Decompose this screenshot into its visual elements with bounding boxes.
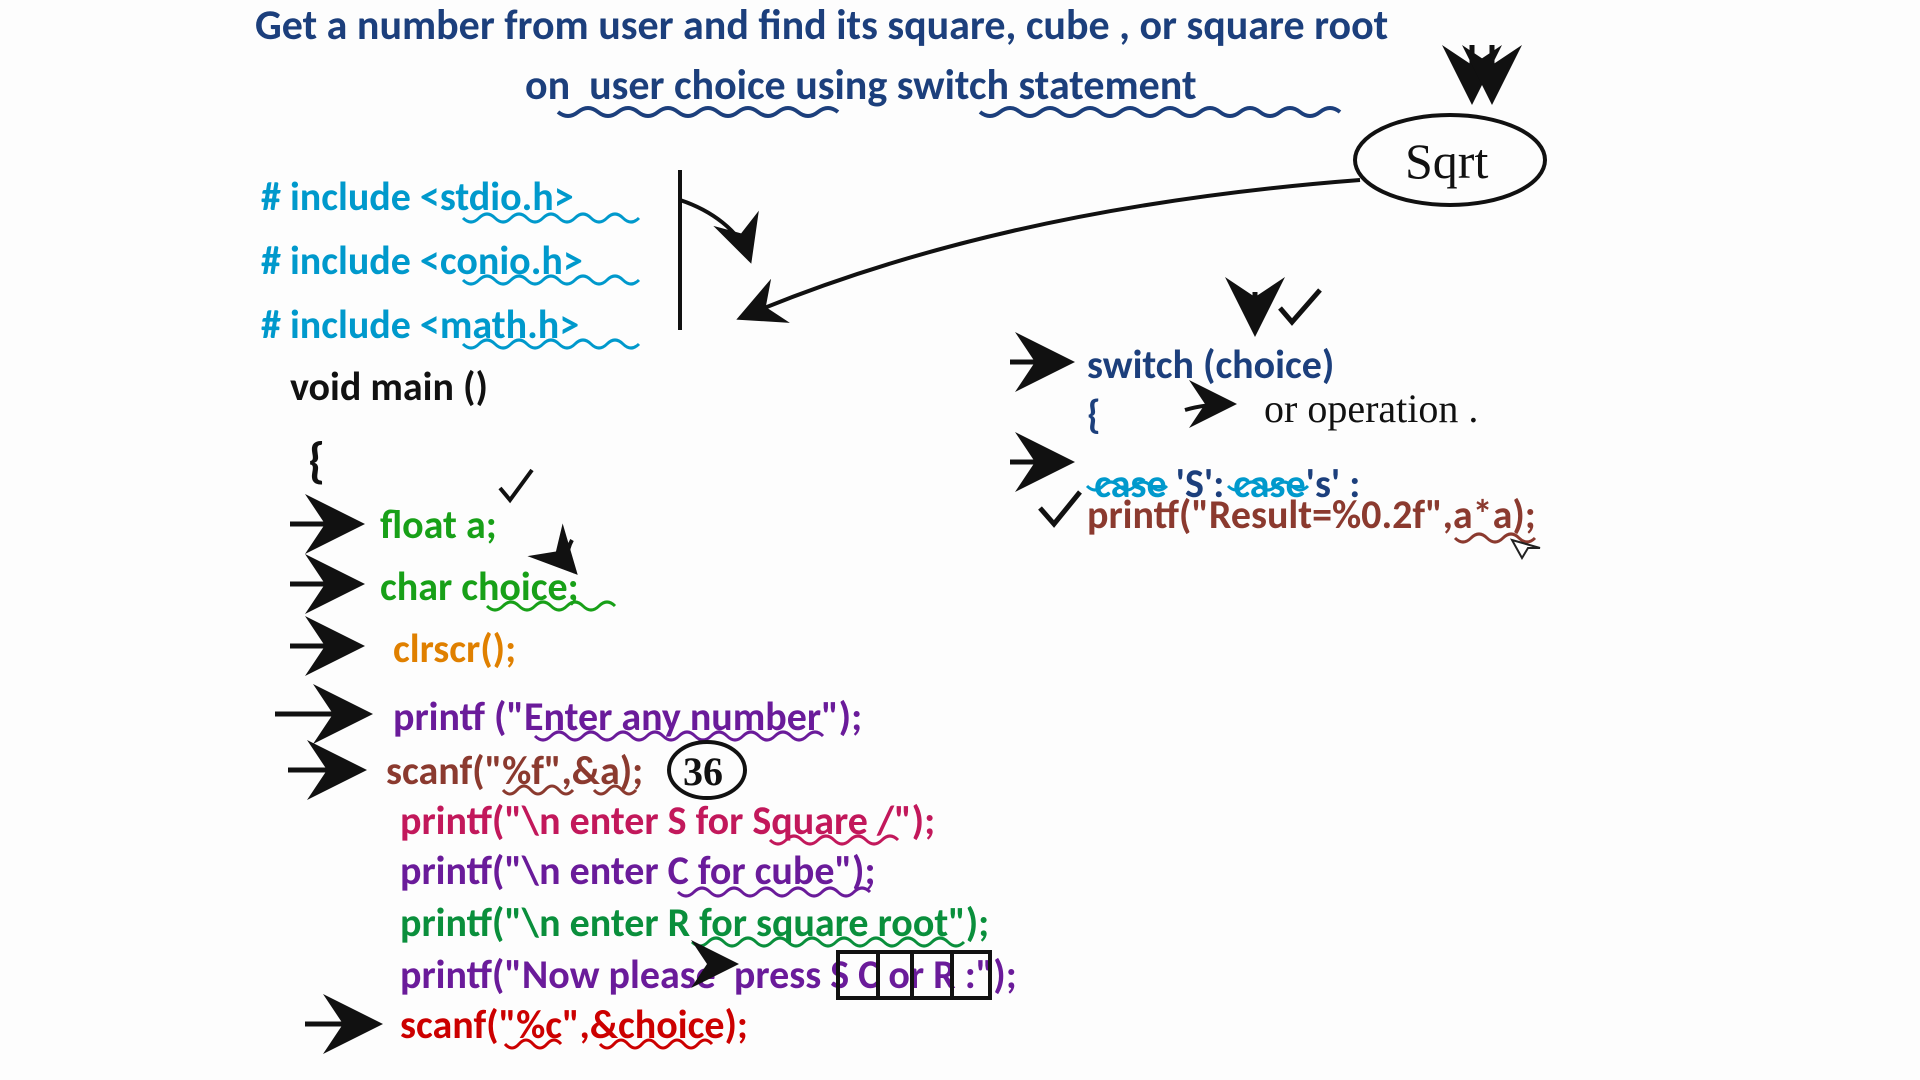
- open-brace-2: {: [1087, 390, 1101, 439]
- printf-result: printf("Result=%0.2f",a*a);: [1087, 490, 1536, 539]
- clrscr: clrscr();: [393, 624, 516, 673]
- scanf-float: scanf("%f",&a);: [386, 746, 643, 795]
- or-operation-note: or operation .: [1264, 385, 1478, 432]
- include-conio: # include <conio.h>: [261, 236, 583, 285]
- switch-choice: switch (choice): [1087, 340, 1334, 389]
- float-a: float a;: [380, 500, 497, 549]
- void-main: void main (): [290, 362, 488, 411]
- char-choice: char choice;: [380, 562, 579, 611]
- printf-s: printf("\n enter S for Square /");: [400, 796, 935, 845]
- example-36: 36: [683, 748, 723, 795]
- scanf-choice: scanf("%c",&choice);: [400, 1000, 748, 1049]
- title-line-1: Get a number from user and find its squa…: [255, 0, 1388, 51]
- printf-now: printf("Now please press S C or R :");: [400, 950, 1017, 999]
- printf-enter-number: printf ("Enter any number");: [393, 692, 862, 741]
- printf-c: printf("\n enter C for cube");: [400, 846, 876, 895]
- include-math: # include <math.h>: [261, 300, 579, 349]
- include-stdio: # include <stdio.h>: [261, 172, 574, 221]
- open-brace: {: [308, 430, 325, 491]
- sqrt-annotation: Sqrt: [1405, 132, 1488, 190]
- printf-r: printf("\n enter R for square root");: [400, 898, 989, 947]
- whiteboard-slide: { "title_l1":"Get a number from user and…: [0, 0, 1920, 1080]
- title-line-2: on user choice using switch statement: [525, 60, 1197, 111]
